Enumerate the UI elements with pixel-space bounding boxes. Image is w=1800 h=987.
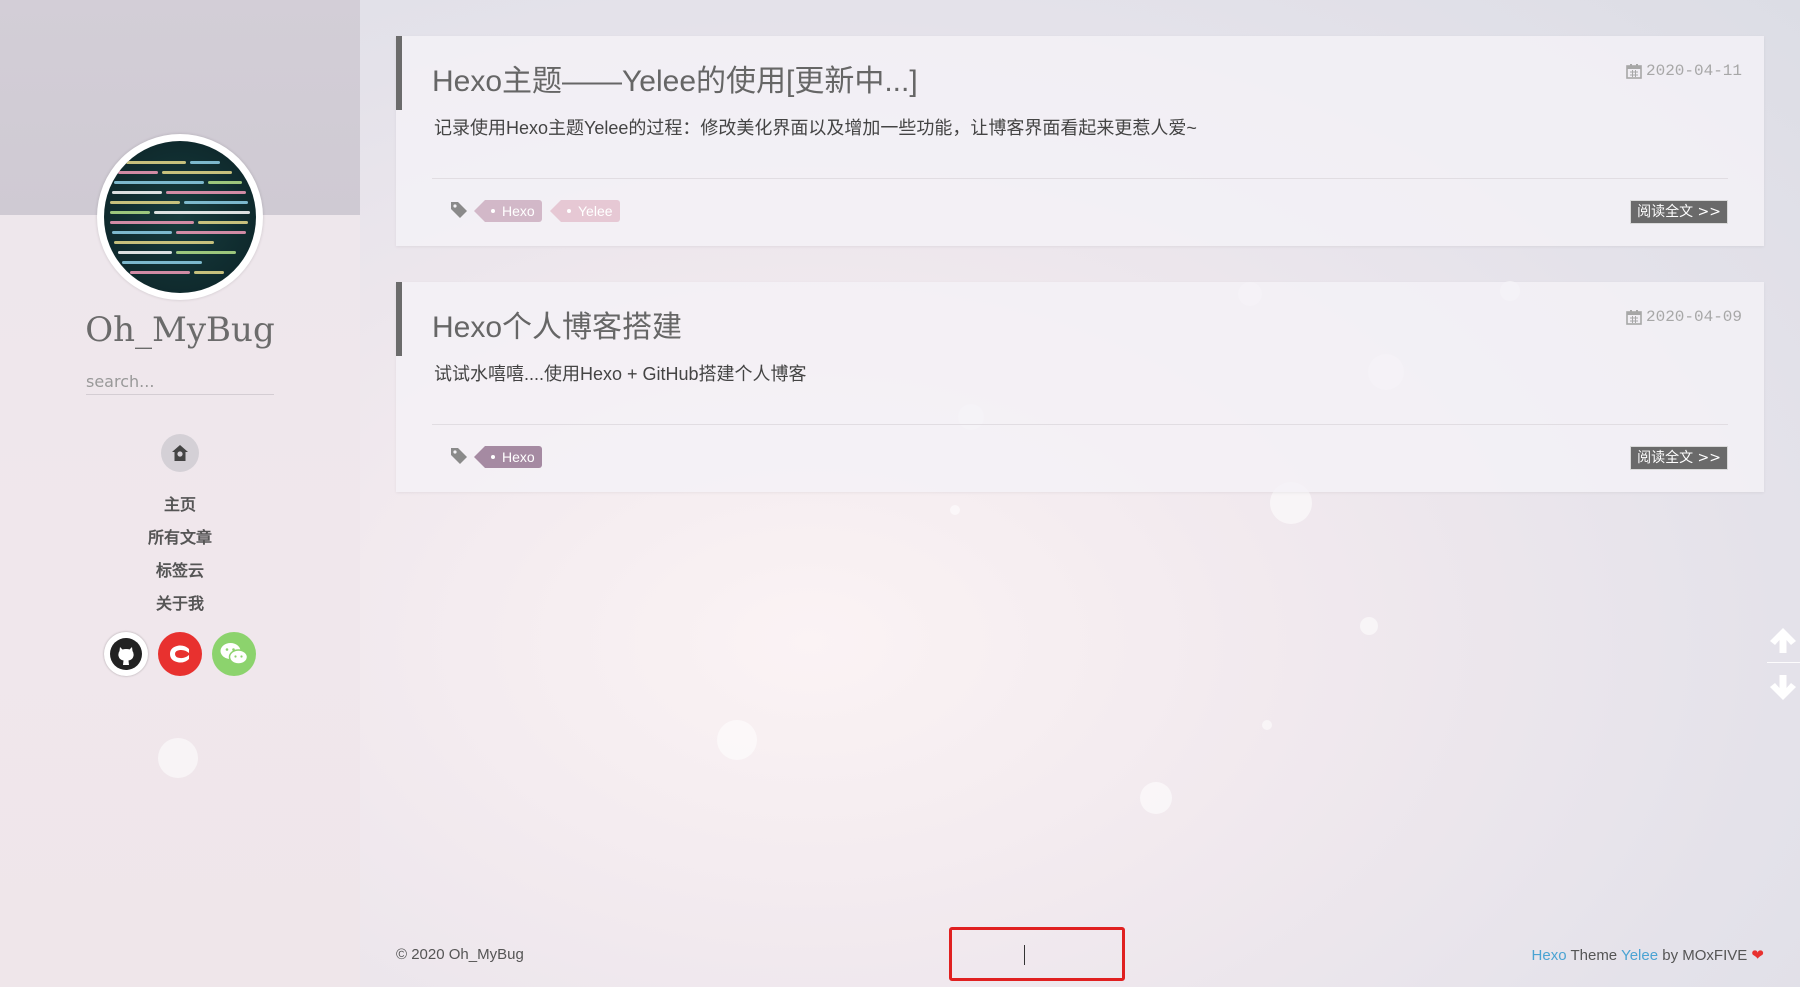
calendar-icon [1626,64,1642,79]
bokeh-dot [950,505,960,515]
read-more-button[interactable]: 阅读全文 >> [1630,446,1728,470]
scroll-divider [1767,662,1800,663]
highlight-box [949,927,1125,981]
bokeh-dot [158,738,198,778]
github-icon[interactable] [104,632,148,676]
bokeh-dot [717,720,757,760]
post-excerpt: 试试水嘻嘻....使用Hexo + GitHub搭建个人博客 [434,364,807,384]
bokeh-dot [1360,617,1378,635]
sidebar: Oh_MyBug 主页 所有文章 标签云 关于我 [0,0,360,987]
yelee-link[interactable]: Yelee [1621,947,1658,964]
social-links [104,632,258,678]
search-input[interactable] [86,368,274,395]
nav-item-home[interactable]: 主页 [0,488,360,521]
post-footer: Hexo 阅读全文 >> [450,444,1728,470]
post-date: 2020-04-09 [1626,308,1742,326]
avatar-image [104,141,256,293]
post-footer: Hexo Yelee 阅读全文 >> [450,198,1728,224]
site-name[interactable]: Oh_MyBug [0,310,360,350]
post-accent-bar [396,36,402,110]
scroll-arrows [1765,620,1800,710]
calendar-icon [1626,310,1642,325]
post-date: 2020-04-11 [1626,62,1742,80]
post-title[interactable]: Hexo主题——Yelee的使用[更新中...] [432,56,918,100]
post-title[interactable]: Hexo个人博客搭建 [432,302,682,346]
scroll-up-icon[interactable] [1765,622,1800,658]
post-divider [432,178,1728,179]
tag-icon [451,448,467,464]
footer-credits: Hexo Theme Yelee by MOxFIVE ❤ [1532,946,1764,964]
post-date-text: 2020-04-11 [1645,62,1742,80]
heart-icon: ❤ [1751,947,1764,964]
nav-item-tag-cloud[interactable]: 标签云 [0,554,360,587]
bokeh-dot [1140,782,1172,814]
post-card: Hexo主题——Yelee的使用[更新中...] 2020-04-11 记录使用… [396,36,1764,246]
sidebar-nav: 主页 所有文章 标签云 关于我 [0,488,360,620]
bokeh-dot [1262,720,1272,730]
scroll-down-icon[interactable] [1765,670,1800,706]
home-icon[interactable] [161,434,199,472]
nav-item-about[interactable]: 关于我 [0,587,360,620]
avatar[interactable] [97,134,263,300]
tag-yelee[interactable]: Yelee [550,200,620,222]
post-divider [432,424,1728,425]
tag-icon [451,202,467,218]
nav-item-all-posts[interactable]: 所有文章 [0,521,360,554]
post-card: Hexo个人博客搭建 2020-04-09 试试水嘻嘻....使用Hexo + … [396,282,1764,492]
post-excerpt: 记录使用Hexo主题Yelee的过程：修改美化界面以及增加一些功能，让博客界面看… [434,118,1197,138]
footer-by-text: by MOxFIVE [1662,947,1748,964]
post-date-text: 2020-04-09 [1645,308,1742,326]
hexo-link[interactable]: Hexo [1532,947,1567,964]
footer-copyright: © 2020 Oh_MyBug [396,946,524,963]
tag-hexo[interactable]: Hexo [474,200,542,222]
footer-theme-text: Theme [1570,947,1618,964]
tag-hexo[interactable]: Hexo [474,446,542,468]
post-accent-bar [396,282,402,356]
csdn-icon[interactable] [158,632,202,676]
read-more-button[interactable]: 阅读全文 >> [1630,200,1728,224]
text-cursor [1024,945,1025,965]
wechat-icon[interactable] [212,632,256,676]
